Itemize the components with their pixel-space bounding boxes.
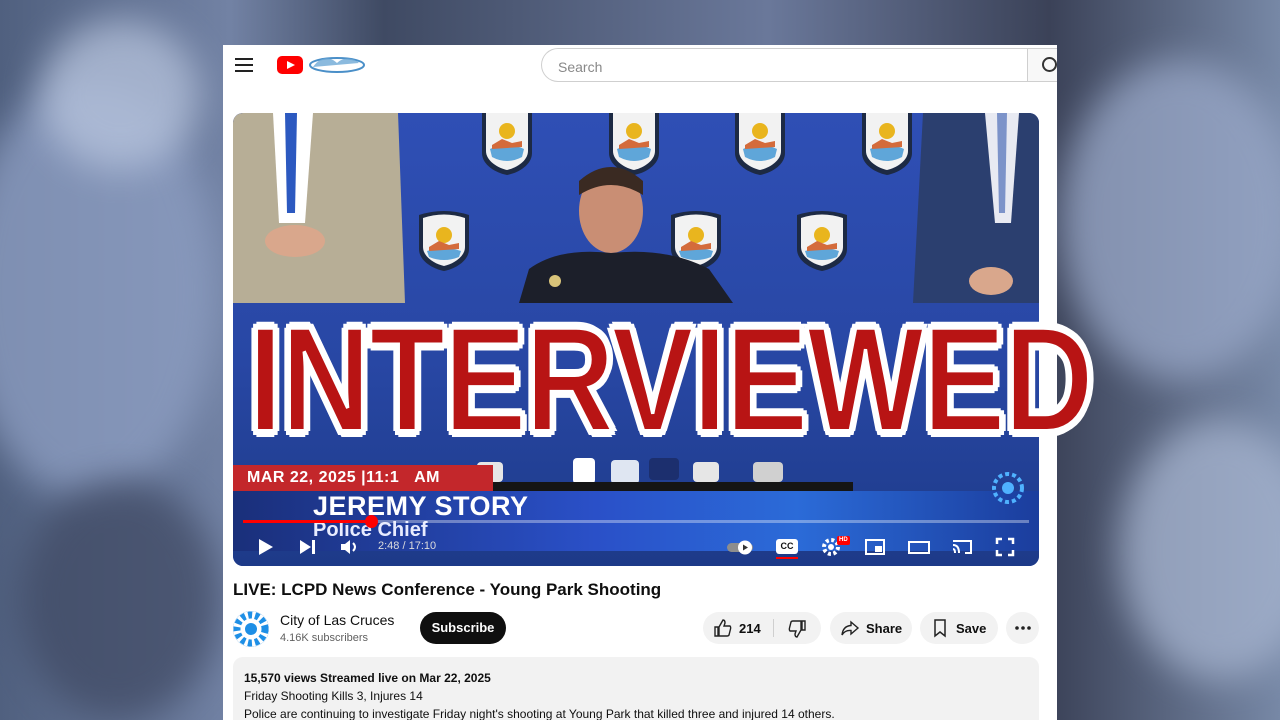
station-logo-icon — [992, 472, 1024, 504]
person-right-suit — [913, 113, 1039, 303]
broadcast-date: MAR 22, 2025 |11:1 AM — [247, 469, 440, 486]
subscribe-button[interactable]: Subscribe — [420, 612, 506, 644]
next-icon[interactable] — [295, 535, 319, 559]
subscriber-count: 4.16K subscribers — [280, 632, 369, 644]
top-bar — [223, 45, 1057, 85]
search-box — [541, 48, 1027, 82]
overlay-banner: INTERVIEWED — [168, 294, 1110, 464]
police-chief-figure — [519, 167, 733, 303]
search-icon[interactable] — [1027, 48, 1057, 82]
hd-badge: HD — [837, 536, 850, 545]
like-dislike-group: 214 — [703, 612, 821, 644]
cast-icon[interactable] — [950, 535, 974, 559]
police-badge-icon — [735, 113, 785, 175]
cc-icon[interactable]: CC — [776, 539, 798, 554]
more-button[interactable] — [1006, 612, 1039, 644]
microphone-cluster — [463, 458, 853, 492]
police-badge-icon — [419, 211, 469, 271]
search-input[interactable] — [556, 56, 1000, 78]
speaker-name: JEREMY STORY — [313, 491, 529, 521]
progress-bar[interactable] — [243, 515, 1029, 528]
overlay-text: INTERVIEWED — [246, 294, 1095, 464]
theater-icon[interactable] — [907, 535, 931, 559]
volume-icon[interactable] — [338, 535, 362, 559]
autoplay-toggle[interactable] — [725, 535, 757, 559]
view-stats: 15,570 views Streamed live on Mar 22, 20… — [244, 671, 491, 685]
share-button[interactable]: Share — [830, 612, 912, 644]
fullscreen-icon[interactable] — [993, 535, 1017, 559]
time-display: 2:48 / 17:10 — [378, 540, 437, 552]
save-button[interactable]: Save — [920, 612, 998, 644]
cc-active-indicator — [776, 557, 798, 559]
more-icon — [1015, 626, 1031, 630]
like-icon[interactable] — [713, 618, 733, 638]
divider — [773, 619, 774, 637]
save-icon — [934, 619, 946, 638]
like-count[interactable]: 214 — [739, 621, 761, 636]
police-badge-icon — [862, 113, 912, 175]
channel-name[interactable]: City of Las Cruces — [280, 612, 394, 628]
police-badge-icon — [797, 211, 847, 271]
video-title: LIVE: LCPD News Conference - Young Park … — [233, 580, 662, 599]
share-icon — [841, 620, 860, 636]
player-controls: 2:48 / 17:10 CC HD — [233, 531, 1039, 563]
dislike-icon[interactable] — [787, 619, 807, 639]
person-left-suit — [233, 113, 405, 303]
description-headline: Friday Shooting Kills 3, Injures 14 — [244, 689, 423, 703]
share-label: Share — [866, 621, 903, 636]
menu-icon[interactable] — [235, 58, 253, 72]
save-label: Save — [956, 621, 987, 636]
youtube-logo[interactable] — [277, 56, 303, 74]
channel-avatar[interactable] — [233, 611, 269, 647]
progress-fill — [243, 520, 372, 523]
description-body: Police are continuing to investigate Fri… — [244, 707, 835, 720]
miniplayer-icon[interactable] — [863, 535, 887, 559]
play-icon[interactable] — [253, 535, 277, 559]
description-box[interactable]: 15,570 views Streamed live on Mar 22, 20… — [233, 657, 1039, 720]
channel-brand-icon — [309, 57, 365, 73]
